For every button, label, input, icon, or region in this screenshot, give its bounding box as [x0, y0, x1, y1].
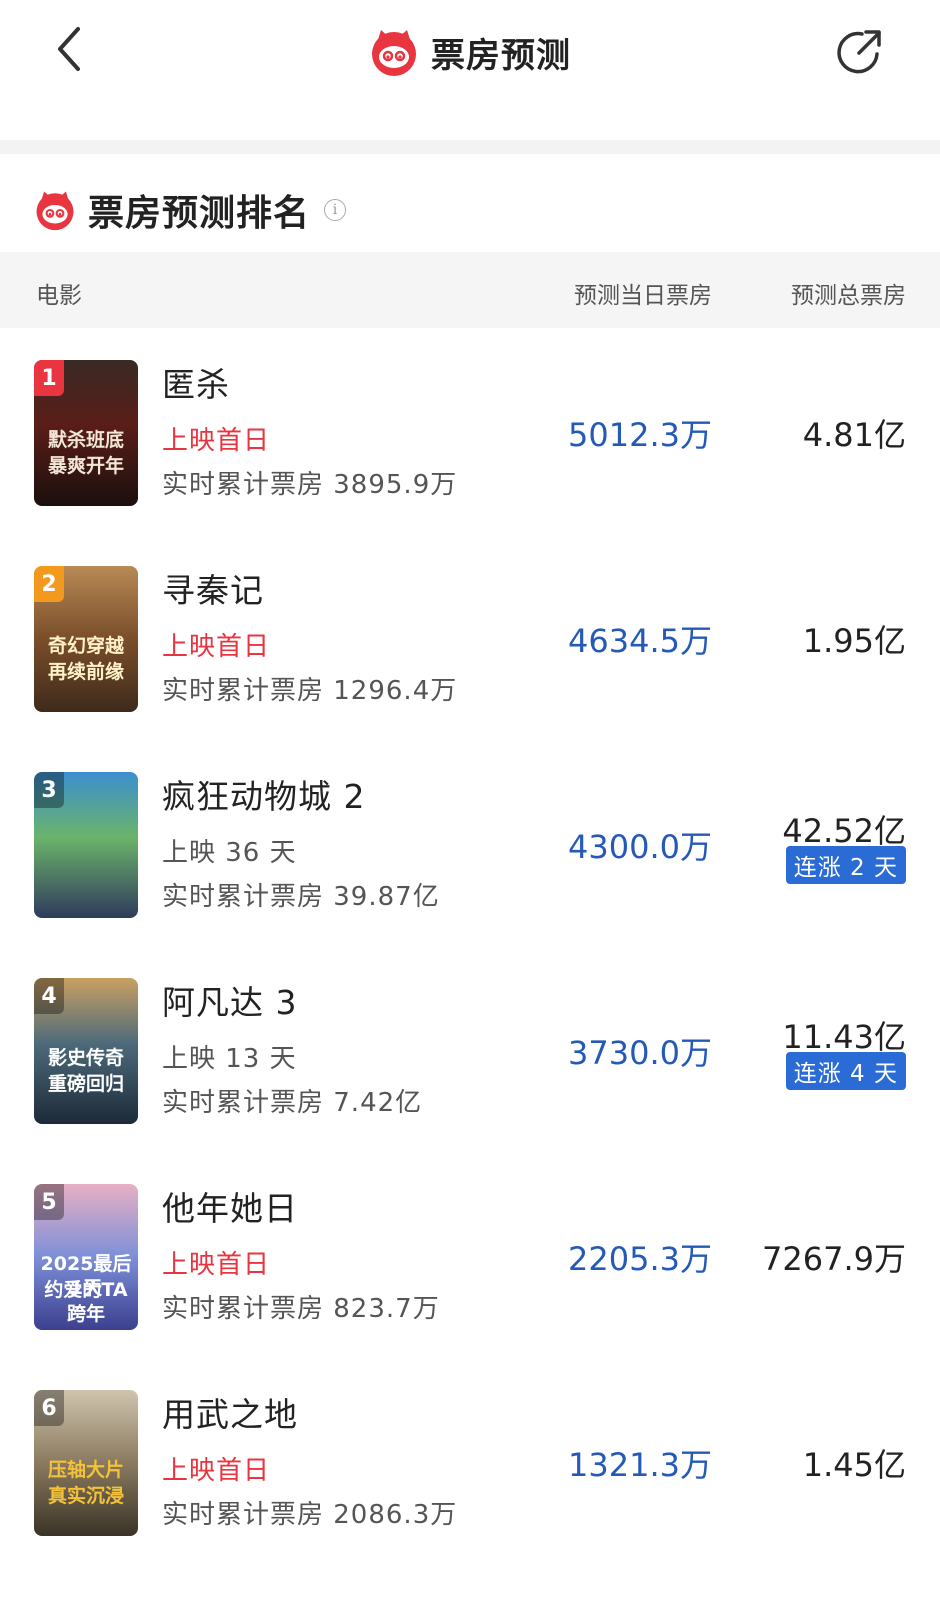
rank-badge: 2 [34, 566, 64, 602]
movie-poster[interactable]: 3 [34, 772, 138, 918]
rank-badge: 6 [34, 1390, 64, 1426]
movie-row[interactable]: 4 影史传奇重磅回归 阿凡达 3 上映 13 天 实时累计票房 7.42亿 37… [0, 946, 940, 1156]
poster-tagline: 默杀班底 [47, 429, 124, 451]
column-header-daily-forecast[interactable]: 预测当日票房 [574, 276, 712, 310]
maoyan-cat-logo-icon [36, 191, 74, 231]
release-status: 上映首日 [162, 1250, 271, 1280]
movie-poster[interactable]: 6 压轴大片真实沉浸 [34, 1390, 138, 1536]
movie-title[interactable]: 匿杀 [162, 358, 230, 406]
daily-forecast-value: 1321.3万 [568, 1446, 712, 1484]
cumulative-box-office: 实时累计票房 823.7万 [162, 1294, 440, 1324]
movie-poster[interactable]: 5 2025最后1天 约爱的TA跨年 [34, 1184, 138, 1330]
movie-title[interactable]: 寻秦记 [162, 564, 264, 612]
poster-tagline: 再续前缘 [47, 661, 124, 683]
section-header: 票房预测排名 i [34, 182, 347, 238]
movie-poster[interactable]: 1 默杀班底暴爽开年 [34, 360, 138, 506]
section-title: 票房预测排名 [88, 193, 311, 234]
daily-forecast-value: 4300.0万 [568, 828, 712, 866]
movie-title[interactable]: 阿凡达 3 [162, 976, 298, 1024]
top-bar: 票房预测 [0, 0, 940, 140]
share-button[interactable] [832, 24, 888, 80]
release-status: 上映首日 [162, 426, 271, 456]
daily-forecast-value: 3730.0万 [568, 1034, 712, 1072]
poster-tagline: 暴爽开年 [47, 455, 124, 477]
cumulative-box-office: 实时累计票房 39.87亿 [162, 882, 440, 912]
rank-badge: 3 [34, 772, 64, 808]
poster-tagline: 真实沉浸 [47, 1485, 124, 1507]
movie-title[interactable]: 用武之地 [162, 1388, 298, 1436]
total-forecast-value: 4.81亿 [802, 416, 906, 454]
release-status: 上映首日 [162, 1456, 271, 1486]
cumulative-box-office: 实时累计票房 2086.3万 [162, 1500, 458, 1530]
movie-title[interactable]: 他年她日 [162, 1182, 298, 1230]
rank-badge: 5 [34, 1184, 64, 1220]
movie-row[interactable]: 3 疯狂动物城 2 上映 36 天 实时累计票房 39.87亿 4300.0万 … [0, 740, 940, 950]
rising-streak-badge: 连涨 2 天 [785, 846, 906, 884]
movie-row[interactable]: 6 压轴大片真实沉浸 用武之地 上映首日 实时累计票房 2086.3万 1321… [0, 1358, 940, 1568]
table-header: 电影 预测当日票房 预测总票房 [0, 252, 940, 328]
share-icon [837, 30, 881, 74]
cumulative-box-office: 实时累计票房 1296.4万 [162, 676, 458, 706]
daily-forecast-value: 4634.5万 [568, 622, 712, 660]
total-forecast-value: 7267.9万 [762, 1240, 906, 1278]
poster-tagline: 重磅回归 [47, 1073, 124, 1095]
poster-tagline: 约爱的TA跨年 [44, 1279, 128, 1325]
movie-poster[interactable]: 2 奇幻穿越再续前缘 [34, 566, 138, 712]
info-icon[interactable]: i [324, 199, 347, 221]
cumulative-box-office: 实时累计票房 3895.9万 [162, 470, 458, 500]
poster-tagline: 影史传奇 [47, 1047, 124, 1069]
movie-row[interactable]: 2 奇幻穿越再续前缘 寻秦记 上映首日 实时累计票房 1296.4万 4634.… [0, 534, 940, 744]
header-title-group: 票房预测 [0, 24, 940, 80]
total-forecast-value: 1.95亿 [802, 622, 906, 660]
release-status: 上映 36 天 [162, 838, 297, 868]
movie-title[interactable]: 疯狂动物城 2 [162, 770, 366, 818]
movie-poster[interactable]: 4 影史传奇重磅回归 [34, 978, 138, 1124]
rank-badge: 1 [34, 360, 64, 396]
movie-row[interactable]: 5 2025最后1天 约爱的TA跨年 他年她日 上映首日 实时累计票房 823.7… [0, 1152, 940, 1362]
column-header-total-forecast[interactable]: 预测总票房 [791, 276, 906, 310]
rank-badge: 4 [34, 978, 64, 1014]
release-status: 上映首日 [162, 632, 271, 662]
poster-tagline: 压轴大片 [47, 1459, 124, 1481]
total-forecast-value: 1.45亿 [802, 1446, 906, 1484]
movie-row[interactable]: 1 默杀班底暴爽开年 匿杀 上映首日 实时累计票房 3895.9万 5012.3… [0, 328, 940, 538]
daily-forecast-value: 2205.3万 [568, 1240, 712, 1278]
column-header-movie: 电影 [36, 283, 82, 309]
cumulative-box-office: 实时累计票房 7.42亿 [162, 1088, 423, 1118]
release-status: 上映 13 天 [162, 1044, 297, 1074]
poster-tagline: 奇幻穿越 [47, 635, 124, 657]
rising-streak-badge: 连涨 4 天 [785, 1052, 906, 1090]
section-divider [0, 140, 940, 154]
maoyan-cat-logo-icon [372, 30, 416, 76]
page-title: 票房预测 [431, 35, 571, 76]
daily-forecast-value: 5012.3万 [568, 416, 712, 454]
